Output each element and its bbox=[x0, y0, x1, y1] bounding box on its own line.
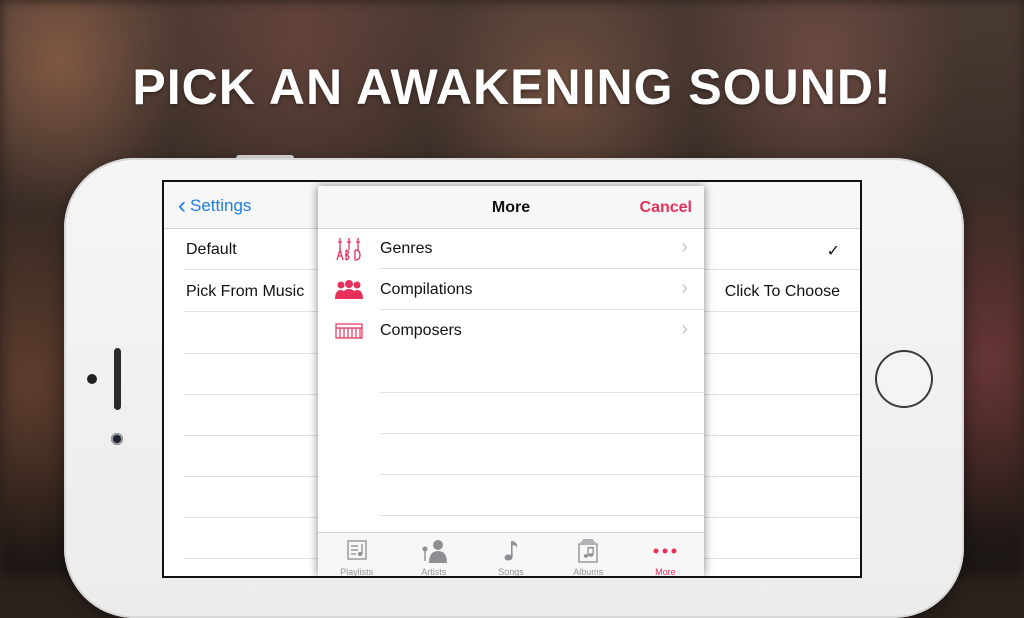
tab-label: Playlists bbox=[340, 567, 374, 576]
list-item-compilations[interactable]: Compilations › bbox=[318, 269, 704, 310]
tab-label: Albums bbox=[573, 567, 604, 576]
earpiece-speaker bbox=[114, 348, 121, 410]
divider bbox=[380, 474, 704, 475]
divider bbox=[380, 392, 704, 393]
tab-songs[interactable]: Songs bbox=[472, 533, 549, 576]
more-icon bbox=[653, 548, 677, 554]
tab-albums[interactable]: Albums bbox=[550, 533, 627, 576]
artists-icon bbox=[422, 540, 447, 563]
phone-screen: ‹ Settings Default ✓ Pick From Music Cli… bbox=[162, 180, 862, 578]
tab-label: Artists bbox=[421, 567, 447, 576]
tab-label: More bbox=[655, 567, 676, 576]
songs-icon bbox=[504, 541, 518, 561]
list-item-genres[interactable]: Genres › bbox=[318, 228, 704, 269]
albums-icon bbox=[578, 539, 598, 563]
tab-bar: Playlists Artists Songs Albums More bbox=[318, 532, 704, 576]
divider bbox=[380, 515, 704, 516]
tab-label: Songs bbox=[498, 567, 524, 576]
item-label: Compilations bbox=[380, 281, 473, 298]
chevron-right-icon: › bbox=[681, 277, 688, 299]
back-button[interactable]: ‹ Settings bbox=[178, 192, 252, 219]
list-item-composers[interactable]: Composers › bbox=[318, 310, 704, 351]
row-value: Click To Choose bbox=[724, 283, 840, 300]
cancel-button[interactable]: Cancel bbox=[640, 199, 692, 217]
compilations-icon bbox=[335, 280, 363, 299]
chevron-right-icon: › bbox=[681, 236, 688, 258]
proximity-sensor bbox=[111, 433, 123, 445]
tab-playlists[interactable]: Playlists bbox=[318, 533, 395, 576]
row-label: Default bbox=[186, 241, 237, 258]
home-button[interactable] bbox=[875, 350, 933, 408]
front-camera bbox=[87, 374, 97, 384]
tab-artists[interactable]: Artists bbox=[395, 533, 472, 576]
headline: PICK AN AWAKENING SOUND! bbox=[132, 59, 892, 115]
chevron-right-icon: › bbox=[681, 318, 688, 340]
chevron-left-icon: ‹ bbox=[178, 192, 186, 219]
more-nav-bar: More Cancel bbox=[318, 186, 704, 229]
genres-icon bbox=[336, 238, 361, 261]
tab-more[interactable]: More bbox=[627, 533, 704, 576]
playlists-icon bbox=[346, 540, 367, 560]
item-label: Genres bbox=[380, 240, 433, 257]
row-label: Pick From Music bbox=[186, 283, 305, 300]
composers-icon bbox=[335, 323, 363, 339]
more-panel: More Cancel Genres › Compilations › Comp… bbox=[318, 186, 704, 576]
item-label: Composers bbox=[380, 322, 462, 339]
checkmark-icon: ✓ bbox=[826, 243, 840, 260]
divider bbox=[380, 433, 704, 434]
back-label: Settings bbox=[190, 196, 252, 215]
